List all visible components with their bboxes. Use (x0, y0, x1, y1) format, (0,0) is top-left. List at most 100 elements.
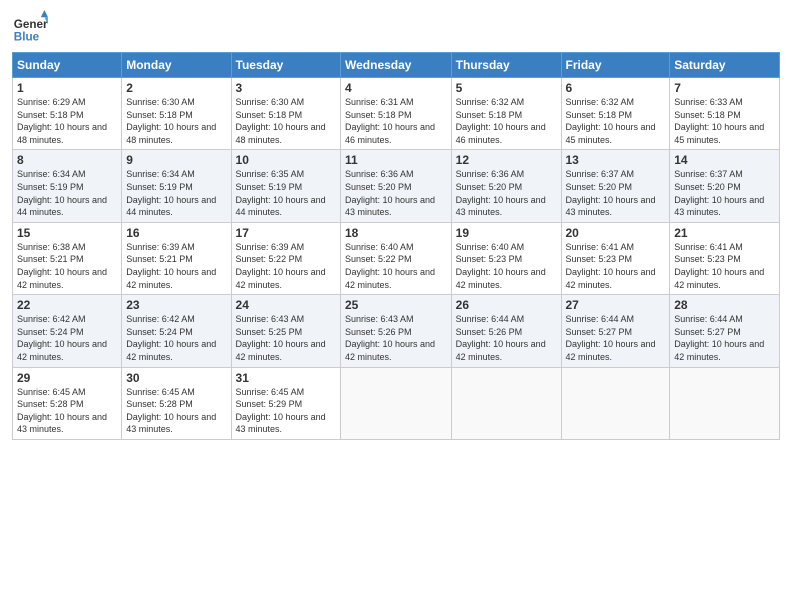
day-header-saturday: Saturday (670, 53, 780, 78)
page-container: General Blue SundayMondayTuesdayWednesda… (0, 0, 792, 448)
day-info: Sunrise: 6:34 AMSunset: 5:19 PMDaylight:… (17, 168, 117, 218)
day-number: 17 (236, 226, 336, 240)
day-number: 7 (674, 81, 775, 95)
day-info: Sunrise: 6:38 AMSunset: 5:21 PMDaylight:… (17, 241, 117, 291)
day-header-monday: Monday (122, 53, 231, 78)
day-info: Sunrise: 6:39 AMSunset: 5:22 PMDaylight:… (236, 241, 336, 291)
day-number: 12 (456, 153, 557, 167)
day-number: 23 (126, 298, 226, 312)
day-info: Sunrise: 6:29 AMSunset: 5:18 PMDaylight:… (17, 96, 117, 146)
calendar-cell: 1Sunrise: 6:29 AMSunset: 5:18 PMDaylight… (13, 78, 122, 150)
day-info: Sunrise: 6:34 AMSunset: 5:19 PMDaylight:… (126, 168, 226, 218)
day-info: Sunrise: 6:35 AMSunset: 5:19 PMDaylight:… (236, 168, 336, 218)
calendar-cell: 31Sunrise: 6:45 AMSunset: 5:29 PMDayligh… (231, 367, 340, 439)
day-info: Sunrise: 6:33 AMSunset: 5:18 PMDaylight:… (674, 96, 775, 146)
day-number: 19 (456, 226, 557, 240)
day-number: 24 (236, 298, 336, 312)
calendar-cell: 28Sunrise: 6:44 AMSunset: 5:27 PMDayligh… (670, 295, 780, 367)
day-header-sunday: Sunday (13, 53, 122, 78)
calendar-cell: 5Sunrise: 6:32 AMSunset: 5:18 PMDaylight… (451, 78, 561, 150)
day-number: 27 (566, 298, 666, 312)
calendar-cell: 4Sunrise: 6:31 AMSunset: 5:18 PMDaylight… (341, 78, 452, 150)
day-number: 15 (17, 226, 117, 240)
calendar-cell: 30Sunrise: 6:45 AMSunset: 5:28 PMDayligh… (122, 367, 231, 439)
day-number: 11 (345, 153, 447, 167)
calendar-cell: 7Sunrise: 6:33 AMSunset: 5:18 PMDaylight… (670, 78, 780, 150)
day-info: Sunrise: 6:41 AMSunset: 5:23 PMDaylight:… (566, 241, 666, 291)
calendar-cell: 11Sunrise: 6:36 AMSunset: 5:20 PMDayligh… (341, 150, 452, 222)
day-info: Sunrise: 6:45 AMSunset: 5:28 PMDaylight:… (17, 386, 117, 436)
day-number: 31 (236, 371, 336, 385)
day-number: 4 (345, 81, 447, 95)
day-info: Sunrise: 6:44 AMSunset: 5:27 PMDaylight:… (674, 313, 775, 363)
calendar-cell: 26Sunrise: 6:44 AMSunset: 5:26 PMDayligh… (451, 295, 561, 367)
calendar-cell: 10Sunrise: 6:35 AMSunset: 5:19 PMDayligh… (231, 150, 340, 222)
day-header-friday: Friday (561, 53, 670, 78)
day-number: 14 (674, 153, 775, 167)
calendar-cell: 21Sunrise: 6:41 AMSunset: 5:23 PMDayligh… (670, 222, 780, 294)
day-number: 1 (17, 81, 117, 95)
day-number: 3 (236, 81, 336, 95)
calendar-cell (561, 367, 670, 439)
day-number: 22 (17, 298, 117, 312)
day-info: Sunrise: 6:43 AMSunset: 5:25 PMDaylight:… (236, 313, 336, 363)
calendar-cell: 14Sunrise: 6:37 AMSunset: 5:20 PMDayligh… (670, 150, 780, 222)
day-info: Sunrise: 6:30 AMSunset: 5:18 PMDaylight:… (126, 96, 226, 146)
day-number: 13 (566, 153, 666, 167)
calendar-cell (670, 367, 780, 439)
calendar-cell: 2Sunrise: 6:30 AMSunset: 5:18 PMDaylight… (122, 78, 231, 150)
day-info: Sunrise: 6:40 AMSunset: 5:22 PMDaylight:… (345, 241, 447, 291)
day-info: Sunrise: 6:32 AMSunset: 5:18 PMDaylight:… (456, 96, 557, 146)
header: General Blue (12, 10, 780, 46)
day-info: Sunrise: 6:32 AMSunset: 5:18 PMDaylight:… (566, 96, 666, 146)
day-info: Sunrise: 6:36 AMSunset: 5:20 PMDaylight:… (345, 168, 447, 218)
day-number: 9 (126, 153, 226, 167)
calendar-cell: 6Sunrise: 6:32 AMSunset: 5:18 PMDaylight… (561, 78, 670, 150)
day-info: Sunrise: 6:42 AMSunset: 5:24 PMDaylight:… (17, 313, 117, 363)
day-number: 16 (126, 226, 226, 240)
day-info: Sunrise: 6:45 AMSunset: 5:29 PMDaylight:… (236, 386, 336, 436)
calendar-cell: 3Sunrise: 6:30 AMSunset: 5:18 PMDaylight… (231, 78, 340, 150)
calendar-cell (341, 367, 452, 439)
calendar-header-row: SundayMondayTuesdayWednesdayThursdayFrid… (13, 53, 780, 78)
logo: General Blue (12, 10, 48, 46)
logo-icon: General Blue (12, 10, 48, 46)
day-info: Sunrise: 6:41 AMSunset: 5:23 PMDaylight:… (674, 241, 775, 291)
calendar-cell: 23Sunrise: 6:42 AMSunset: 5:24 PMDayligh… (122, 295, 231, 367)
day-number: 26 (456, 298, 557, 312)
day-number: 18 (345, 226, 447, 240)
day-number: 21 (674, 226, 775, 240)
calendar-week-row: 15Sunrise: 6:38 AMSunset: 5:21 PMDayligh… (13, 222, 780, 294)
day-number: 29 (17, 371, 117, 385)
day-number: 5 (456, 81, 557, 95)
calendar-cell (451, 367, 561, 439)
day-info: Sunrise: 6:39 AMSunset: 5:21 PMDaylight:… (126, 241, 226, 291)
day-info: Sunrise: 6:44 AMSunset: 5:26 PMDaylight:… (456, 313, 557, 363)
day-info: Sunrise: 6:45 AMSunset: 5:28 PMDaylight:… (126, 386, 226, 436)
day-info: Sunrise: 6:44 AMSunset: 5:27 PMDaylight:… (566, 313, 666, 363)
calendar-week-row: 1Sunrise: 6:29 AMSunset: 5:18 PMDaylight… (13, 78, 780, 150)
calendar-cell: 24Sunrise: 6:43 AMSunset: 5:25 PMDayligh… (231, 295, 340, 367)
calendar-cell: 18Sunrise: 6:40 AMSunset: 5:22 PMDayligh… (341, 222, 452, 294)
day-header-wednesday: Wednesday (341, 53, 452, 78)
day-number: 10 (236, 153, 336, 167)
calendar-cell: 12Sunrise: 6:36 AMSunset: 5:20 PMDayligh… (451, 150, 561, 222)
day-number: 20 (566, 226, 666, 240)
day-info: Sunrise: 6:36 AMSunset: 5:20 PMDaylight:… (456, 168, 557, 218)
day-number: 25 (345, 298, 447, 312)
calendar-week-row: 29Sunrise: 6:45 AMSunset: 5:28 PMDayligh… (13, 367, 780, 439)
calendar-cell: 16Sunrise: 6:39 AMSunset: 5:21 PMDayligh… (122, 222, 231, 294)
day-info: Sunrise: 6:37 AMSunset: 5:20 PMDaylight:… (566, 168, 666, 218)
day-number: 30 (126, 371, 226, 385)
day-info: Sunrise: 6:40 AMSunset: 5:23 PMDaylight:… (456, 241, 557, 291)
calendar-cell: 15Sunrise: 6:38 AMSunset: 5:21 PMDayligh… (13, 222, 122, 294)
calendar-cell: 13Sunrise: 6:37 AMSunset: 5:20 PMDayligh… (561, 150, 670, 222)
day-number: 6 (566, 81, 666, 95)
calendar-cell: 29Sunrise: 6:45 AMSunset: 5:28 PMDayligh… (13, 367, 122, 439)
day-info: Sunrise: 6:37 AMSunset: 5:20 PMDaylight:… (674, 168, 775, 218)
day-number: 28 (674, 298, 775, 312)
day-header-thursday: Thursday (451, 53, 561, 78)
calendar-cell: 27Sunrise: 6:44 AMSunset: 5:27 PMDayligh… (561, 295, 670, 367)
calendar-table: SundayMondayTuesdayWednesdayThursdayFrid… (12, 52, 780, 440)
day-info: Sunrise: 6:42 AMSunset: 5:24 PMDaylight:… (126, 313, 226, 363)
